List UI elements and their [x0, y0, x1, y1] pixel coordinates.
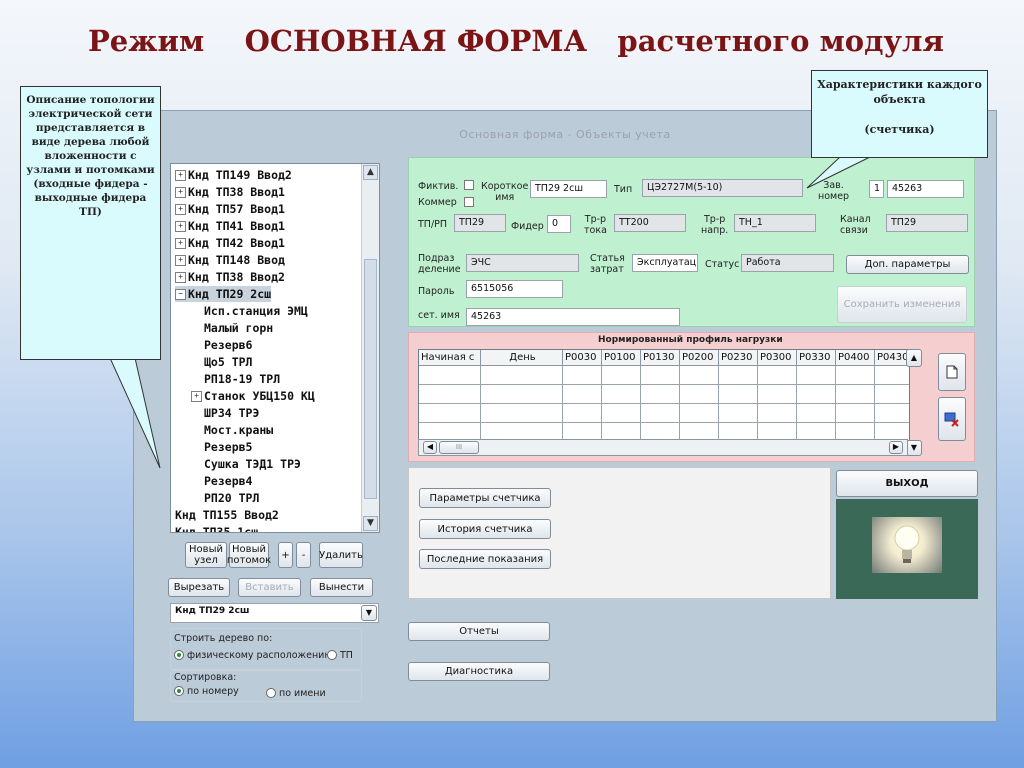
callout-topology: Описание топологии электрической сети пр… — [20, 86, 161, 360]
callout-characteristics: Характеристики каждого объекта (счетчика… — [811, 70, 988, 158]
